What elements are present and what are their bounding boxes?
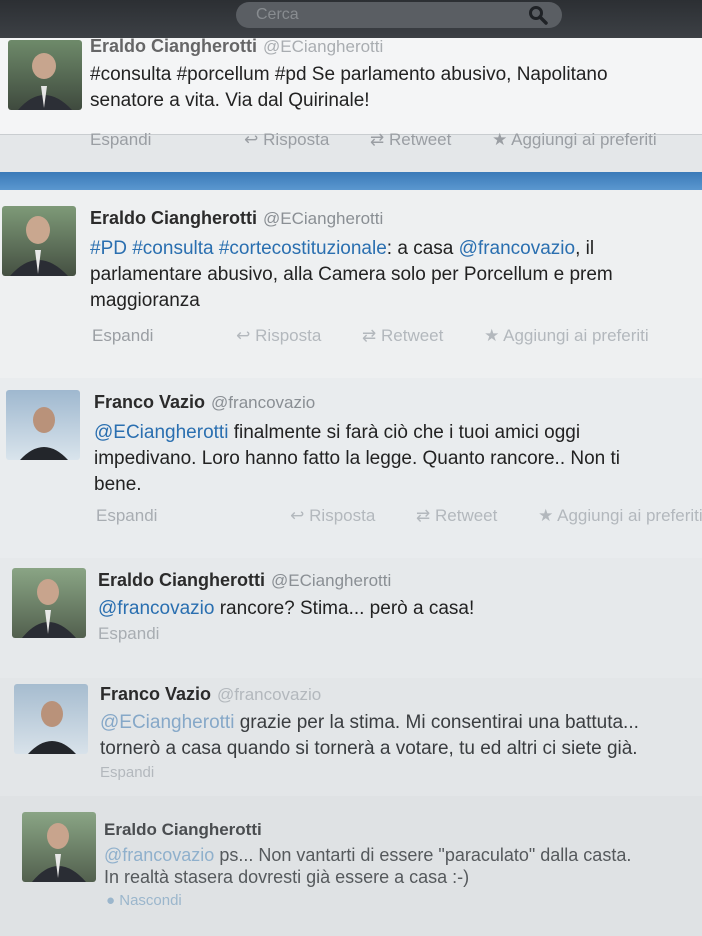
author-name-text: Franco Vazio — [100, 684, 212, 704]
favorite-button[interactable]: ★ Aggiungi ai preferiti — [492, 130, 675, 149]
author-handle: @francovazio — [217, 685, 322, 704]
favorite-button[interactable]: ★ Aggiungi ai preferiti — [538, 506, 702, 525]
search-placeholder: Cerca — [256, 6, 299, 23]
retweet-label: Retweet — [388, 130, 452, 149]
avatar[interactable] — [8, 40, 82, 110]
tweet-text-segment: ps... Non vantarti di essere "paraculato… — [214, 845, 632, 865]
tweet-text: #PD #consulta #cortecostituzionale: a ca… — [90, 236, 613, 314]
tweet-item[interactable]: Franco Vazio @francovazio @ECiangherotti … — [0, 678, 702, 797]
tweet-text-line: impedivano. Loro hanno fatto la legge. Q… — [94, 448, 621, 469]
tweet-text-segment: , il — [575, 238, 595, 259]
mention-link[interactable]: @francovazio — [98, 598, 214, 619]
retweet-label: Retweet — [380, 326, 444, 345]
author-name[interactable]: Eraldo Ciangherotti — [104, 820, 262, 840]
author-handle: @ECiangherotti — [263, 209, 384, 228]
search-box[interactable]: Cerca — [236, 2, 562, 28]
tweet-text-line: senatore a vita. Via dal Quirinale! — [90, 90, 370, 111]
expand-link[interactable]: Espandi — [90, 130, 151, 149]
tweet-actions: ● Nascondi — [106, 892, 218, 909]
hide-label: Nascondi — [119, 892, 182, 909]
author-name[interactable]: Eraldo Ciangherotti @ECiangherotti — [98, 570, 391, 591]
author-handle: @francovazio — [211, 393, 316, 412]
tweet-text: @ECiangherotti finalmente si farà ciò ch… — [94, 420, 620, 498]
expand-link[interactable]: Espandi — [92, 326, 153, 345]
author-name[interactable]: Eraldo Ciangherotti @ECiangherotti — [90, 208, 383, 229]
tweet-feed: Eraldo Ciangherotti @ECiangherotti #consu… — [0, 36, 702, 936]
top-bar: Cerca — [0, 0, 702, 40]
avatar[interactable] — [12, 568, 86, 638]
favorite-button[interactable]: ★ Aggiungi ai preferiti — [484, 326, 667, 345]
tweet-actions: Espandi — [100, 764, 172, 781]
tweet-text: @francovazio ps... Non vantarti di esser… — [104, 844, 631, 888]
expand-link[interactable]: Espandi — [100, 764, 154, 781]
tweet-text-line: tornerò a casa quando si tornerà a votar… — [100, 738, 638, 759]
favorite-label: Aggiungi ai preferiti — [557, 506, 702, 525]
tweet-item[interactable]: Eraldo Ciangherotti @francovazio ps... N… — [0, 796, 702, 936]
reply-label: Risposta — [309, 506, 376, 525]
tweet-actions: Espandi — [98, 624, 177, 644]
mention-link[interactable]: @ECiangherotti — [94, 422, 228, 443]
author-name-text: Franco Vazio — [94, 392, 206, 412]
mention-link[interactable]: @ECiangherotti — [100, 712, 234, 733]
retweet-button[interactable]: ⇄ Retweet — [362, 326, 461, 345]
expand-link[interactable]: Espandi — [98, 624, 159, 643]
author-name[interactable]: Franco Vazio @francovazio — [100, 684, 321, 705]
tweet-text-segment: grazie per la stima. Mi consentirai una … — [234, 712, 639, 733]
reply-label: Risposta — [255, 326, 322, 345]
tweet-item[interactable]: Eraldo Ciangherotti @ECiangherotti #consu… — [0, 36, 702, 149]
author-name[interactable]: Franco Vazio @francovazio — [94, 392, 315, 413]
tweet-text-line: In realtà stasera dovresti già essere a … — [104, 867, 470, 887]
tweet-text: #consulta #porcellum #pd Se parlamento a… — [90, 62, 608, 114]
tweet-text-line: #consulta #porcellum #pd Se parlamento a… — [90, 64, 608, 85]
tweet-text-segment: rancore? Stima... però a casa! — [214, 598, 475, 619]
avatar[interactable] — [2, 206, 76, 276]
mention-link[interactable]: @francovazio — [104, 845, 214, 865]
retweet-button[interactable]: ⇄ Retweet — [370, 130, 469, 149]
hashtag-link[interactable]: #PD #consulta #cortecostituzionale — [90, 238, 387, 259]
author-name[interactable]: Eraldo Ciangherotti @ECiangherotti — [90, 36, 383, 57]
hide-link[interactable]: ● Nascondi — [106, 892, 200, 909]
mention-link[interactable]: @francovazio — [459, 238, 575, 259]
avatar[interactable] — [6, 390, 80, 460]
retweet-button[interactable]: ⇄ Retweet — [416, 506, 515, 525]
author-handle: @ECiangherotti — [263, 37, 384, 56]
tweet-text-line: parlamentare abusivo, alla Camera solo p… — [90, 264, 613, 285]
author-name-text: Eraldo Ciangherotti — [98, 570, 266, 590]
favorite-label: Aggiungi ai preferiti — [503, 326, 649, 345]
tweet-text-segment: finalmente si farà ciò che i tuoi amici … — [228, 422, 581, 443]
tweet-actions: Espandi ↩ Risposta ⇄ Retweet ★ Aggiungi … — [96, 506, 702, 526]
tweet-item[interactable]: Franco Vazio @francovazio @ECiangherotti … — [0, 378, 702, 559]
tweet-actions: Espandi ↩ Risposta ⇄ Retweet ★ Aggiungi … — [90, 130, 693, 150]
tweet-text-line: maggioranza — [90, 290, 200, 311]
search-icon[interactable] — [528, 5, 548, 25]
tweet-item[interactable]: Eraldo Ciangherotti @ECiangherotti #PD #c… — [0, 190, 702, 379]
avatar[interactable] — [14, 684, 88, 754]
favorite-label: Aggiungi ai preferiti — [511, 130, 657, 149]
expand-link[interactable]: Espandi — [96, 506, 157, 525]
stream-divider — [0, 172, 702, 190]
reply-button[interactable]: ↩ Risposta — [236, 326, 339, 345]
author-name-text: Eraldo Ciangherotti — [90, 208, 258, 228]
tweet-text-line: bene. — [94, 474, 142, 495]
avatar[interactable] — [22, 812, 96, 882]
author-name-text: Eraldo Ciangherotti — [104, 820, 262, 839]
reply-button[interactable]: ↩ Risposta — [244, 130, 347, 149]
reply-button[interactable]: ↩ Risposta — [290, 506, 393, 525]
author-name-text: Eraldo Ciangherotti — [90, 36, 258, 56]
tweet-item[interactable]: Eraldo Ciangherotti @ECiangherotti @franc… — [0, 558, 702, 679]
tweet-text: @francovazio rancore? Stima... però a ca… — [98, 596, 474, 622]
reply-label: Risposta — [263, 130, 330, 149]
author-handle: @ECiangherotti — [271, 571, 392, 590]
tweet-text-segment: : a casa — [386, 238, 459, 259]
tweet-actions: Espandi ↩ Risposta ⇄ Retweet ★ Aggiungi … — [92, 326, 685, 346]
retweet-label: Retweet — [434, 506, 498, 525]
tweet-text: @ECiangherotti grazie per la stima. Mi c… — [100, 710, 639, 762]
